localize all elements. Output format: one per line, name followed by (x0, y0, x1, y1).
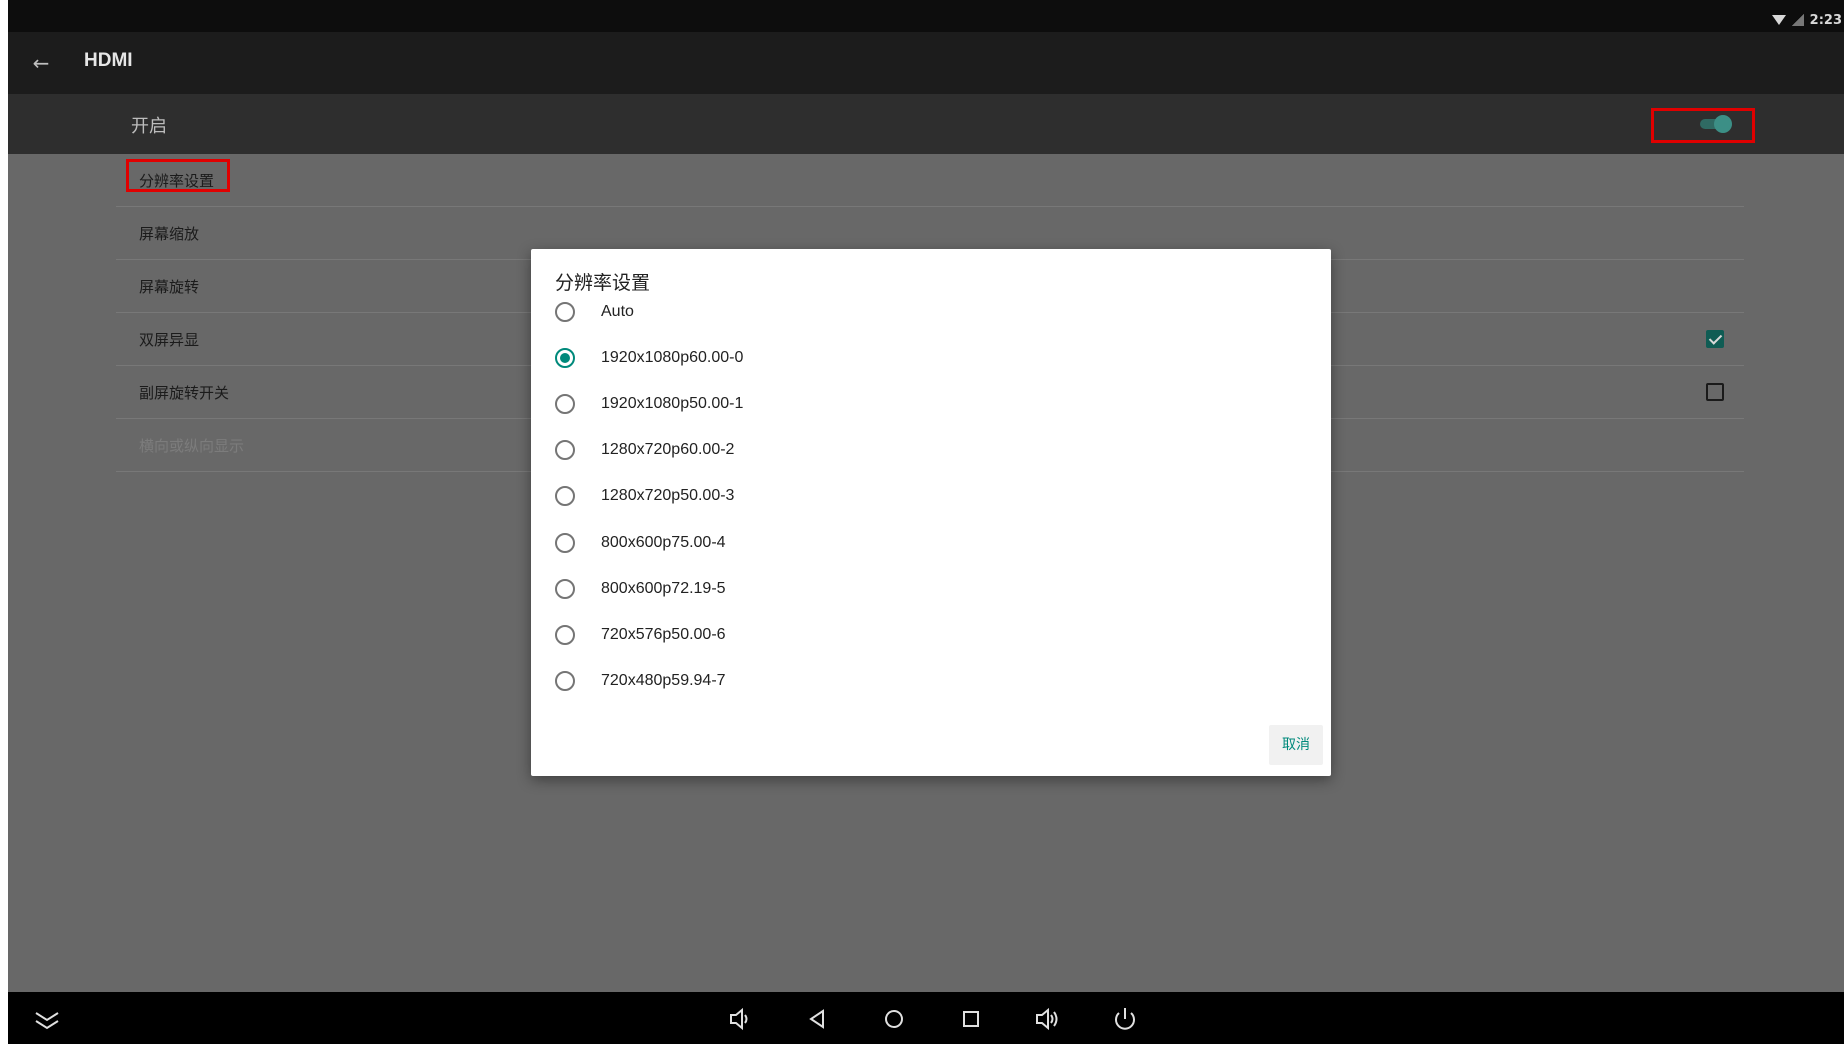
radio-button[interactable] (555, 486, 575, 506)
recents-icon[interactable] (956, 1004, 986, 1034)
resolution-option[interactable]: 1920x1080p50.00-1 (555, 382, 1295, 428)
highlight-box-toggle (1651, 108, 1755, 143)
page-title: HDMI (84, 50, 133, 71)
pref-label: 横向或纵向显示 (139, 437, 245, 455)
power-icon[interactable] (1110, 1004, 1140, 1034)
option-label: Auto (601, 303, 634, 320)
radio-button[interactable] (555, 579, 575, 599)
volume-up-icon[interactable] (1033, 1004, 1063, 1034)
master-switch-bar[interactable]: 开启 (8, 94, 1844, 154)
pref-label: 分辨率设置 (139, 172, 215, 190)
pref-label: 副屏旋转开关 (139, 384, 230, 402)
radio-button-selected[interactable] (555, 348, 575, 368)
radio-button[interactable] (555, 533, 575, 553)
resolution-option[interactable]: 720x480p59.94-7 (555, 659, 1295, 705)
radio-button[interactable] (555, 625, 575, 645)
switch-label: 开启 (131, 116, 167, 137)
resolution-option[interactable]: 1920x1080p60.00-0 (555, 336, 1295, 382)
status-bar: 2:23 (8, 0, 1844, 32)
radio-button[interactable] (555, 440, 575, 460)
pref-resolution[interactable]: 分辨率设置 (116, 154, 1744, 207)
option-label: 800x600p72.19-5 (601, 580, 726, 597)
home-icon[interactable] (879, 1004, 909, 1034)
back-arrow-icon[interactable]: ← (26, 50, 56, 76)
radio-button[interactable] (555, 302, 575, 322)
pref-label: 屏幕旋转 (139, 278, 200, 296)
resolution-option[interactable]: 720x576p50.00-6 (555, 613, 1295, 659)
resolution-option[interactable]: 800x600p75.00-4 (555, 521, 1295, 567)
pref-label: 屏幕缩放 (139, 225, 200, 243)
navigation-bar (8, 992, 1844, 1044)
status-icons: 2:23 (1771, 10, 1844, 30)
signal-icon (1791, 14, 1804, 26)
option-label: 720x576p50.00-6 (601, 626, 726, 643)
secondary-rotation-checkbox[interactable] (1706, 383, 1724, 401)
option-label: 720x480p59.94-7 (601, 672, 726, 689)
pref-label: 双屏异显 (139, 331, 200, 349)
option-label: 1920x1080p60.00-0 (601, 349, 744, 366)
resolution-dialog: 分辨率设置 Auto 1920x1080p60.00-0 1920x1080p5… (531, 249, 1331, 776)
resolution-option[interactable]: 1280x720p50.00-3 (555, 474, 1295, 520)
settings-content: 开启 分辨率设置 屏幕缩放 屏幕旋转 双屏异显 副屏旋转开关 横向或纵向显示 分… (8, 94, 1844, 992)
screen: 2:23 ← HDMI 开启 分辨率设置 屏幕缩放 屏幕旋转 双屏异显 副屏旋转… (8, 0, 1844, 1044)
option-label: 800x600p75.00-4 (601, 534, 726, 551)
resolution-option[interactable]: 800x600p72.19-5 (555, 567, 1295, 613)
cancel-button[interactable]: 取消 (1269, 725, 1323, 765)
collapse-icon[interactable] (32, 1004, 62, 1034)
volume-down-icon[interactable] (725, 1004, 755, 1034)
dual-display-checkbox[interactable] (1706, 330, 1724, 348)
clock: 2:23 (1809, 12, 1842, 28)
radio-button[interactable] (555, 671, 575, 691)
option-label: 1280x720p60.00-2 (601, 441, 735, 458)
radio-button[interactable] (555, 394, 575, 414)
back-icon[interactable] (802, 1004, 832, 1034)
wifi-icon (1771, 15, 1786, 25)
resolution-option[interactable]: 1280x720p60.00-2 (555, 428, 1295, 474)
resolution-option[interactable]: Auto (555, 290, 1295, 336)
option-label: 1280x720p50.00-3 (601, 487, 735, 504)
action-bar: ← HDMI (8, 32, 1844, 94)
option-label: 1920x1080p50.00-1 (601, 395, 744, 412)
